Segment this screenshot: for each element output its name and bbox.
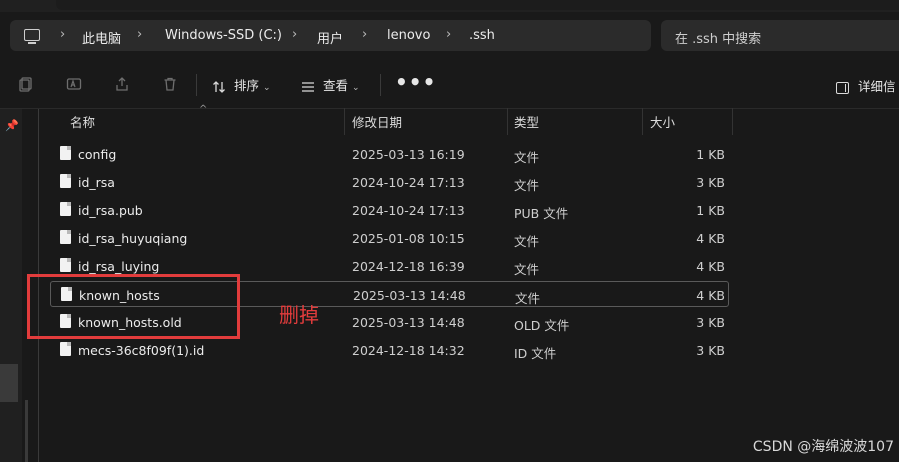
file-row[interactable]: id_rsa_huyuqiang 2025-01-08 10:15 文件 4 KB (50, 225, 728, 251)
file-icon (60, 174, 71, 188)
nav-selected-item[interactable] (0, 364, 18, 402)
file-icon (60, 258, 71, 272)
file-row[interactable]: config 2025-03-13 16:19 文件 1 KB (50, 141, 728, 167)
more-options-button[interactable]: ••• (395, 70, 436, 94)
column-divider[interactable] (344, 108, 345, 135)
address-bar[interactable]: › 此电脑 › Windows-SSD (C:) › 用户 › lenovo ›… (10, 20, 651, 51)
column-divider[interactable] (732, 108, 733, 135)
chevron-down-icon: ⌄ (352, 83, 360, 93)
details-label: 详细信 (858, 79, 896, 94)
copy-icon[interactable] (18, 76, 34, 92)
breadcrumb-lenovo[interactable]: lenovo (387, 28, 430, 43)
file-name: mecs-36c8f09f(1).id (78, 343, 205, 358)
column-divider[interactable] (642, 108, 643, 135)
file-type: 文件 (514, 178, 540, 193)
file-name: id_rsa_huyuqiang (78, 231, 188, 246)
file-date: 2025-03-13 14:48 (352, 315, 465, 330)
file-icon (60, 146, 71, 160)
computer-icon (24, 29, 40, 44)
annotation-highlight-box (27, 274, 240, 339)
file-date: 2024-10-24 17:13 (352, 175, 465, 190)
toolbar-divider (196, 74, 197, 96)
file-row[interactable]: mecs-36c8f09f(1).id 2024-12-18 14:32 ID 文件… (50, 337, 728, 363)
file-date: 2025-03-13 16:19 (352, 147, 465, 162)
nav-scrollbar[interactable] (25, 400, 28, 462)
file-name: id_rsa_luying (78, 259, 160, 274)
file-date: 2024-12-18 14:32 (352, 343, 465, 358)
file-date: 2024-10-24 17:13 (352, 203, 465, 218)
pin-icon[interactable]: 📌 (5, 119, 19, 132)
file-type: 文件 (514, 234, 540, 249)
sort-button[interactable]: 排序 ⌄ (212, 75, 271, 94)
file-row[interactable]: id_rsa.pub 2024-10-24 17:13 PUB 文件 1 KB (50, 197, 728, 223)
file-type: ID 文件 (514, 346, 557, 361)
file-size: 4 KB (696, 288, 725, 303)
column-header-size[interactable]: 大小 (650, 112, 675, 131)
view-icon (302, 81, 314, 92)
tab-edge (56, 0, 899, 10)
column-header-date[interactable]: 修改日期 (352, 112, 402, 131)
sort-label: 排序 (234, 78, 260, 93)
file-icon (60, 230, 71, 244)
column-header-name[interactable]: 名称 (70, 112, 95, 131)
file-size: 4 KB (696, 231, 725, 246)
file-icon (60, 342, 71, 356)
search-placeholder: 在 .ssh 中搜索 (675, 32, 762, 47)
file-name: id_rsa (78, 175, 115, 190)
sort-icon (213, 80, 225, 93)
chevron-down-icon: ⌄ (263, 83, 271, 93)
column-divider[interactable] (507, 108, 508, 135)
delete-icon[interactable] (162, 76, 178, 92)
chevron-right-icon: › (292, 27, 298, 42)
file-type: 文件 (515, 291, 541, 306)
view-button[interactable]: 查看 ⌄ (301, 75, 360, 94)
file-icon (60, 202, 71, 216)
watermark: CSDN @海绵波波107 (752, 439, 894, 455)
chevron-right-icon: › (137, 27, 143, 42)
title-strip (0, 0, 899, 12)
file-size: 1 KB (696, 203, 725, 218)
toolbar-divider (380, 74, 381, 96)
details-pane-button[interactable]: 详细信 (836, 76, 896, 95)
column-header-type[interactable]: 类型 (514, 112, 539, 131)
breadcrumb-drive[interactable]: Windows-SSD (C:) (165, 28, 282, 43)
details-pane-icon (836, 81, 849, 94)
view-label: 查看 (323, 78, 349, 93)
file-name: config (78, 147, 117, 162)
file-type: PUB 文件 (514, 206, 569, 221)
chevron-right-icon: › (60, 27, 66, 42)
file-type: 文件 (514, 262, 540, 277)
file-date: 2025-01-08 10:15 (352, 231, 465, 246)
search-input[interactable]: 在 .ssh 中搜索 (661, 20, 899, 51)
command-bar: 排序 ⌄ 查看 ⌄ ••• (0, 60, 899, 109)
annotation-label: 删掉 (279, 303, 319, 327)
file-date: 2024-12-18 16:39 (352, 259, 465, 274)
file-type: OLD 文件 (514, 318, 570, 333)
file-type: 文件 (514, 150, 540, 165)
sort-ascending-icon: ^ (199, 104, 208, 115)
file-size: 3 KB (696, 175, 725, 190)
file-size: 3 KB (696, 315, 725, 330)
file-size: 1 KB (696, 147, 725, 162)
file-row[interactable]: id_rsa 2024-10-24 17:13 文件 3 KB (50, 169, 728, 195)
breadcrumb-users[interactable]: 用户 (317, 28, 343, 47)
rename-icon[interactable] (66, 76, 82, 92)
share-icon[interactable] (114, 76, 130, 92)
file-size: 4 KB (696, 259, 725, 274)
file-name: id_rsa.pub (78, 203, 143, 218)
chevron-right-icon: › (446, 27, 452, 42)
chevron-right-icon: › (362, 27, 368, 42)
breadcrumb-ssh[interactable]: .ssh (469, 28, 495, 43)
navigation-pane: 📌 (0, 109, 22, 462)
file-date: 2025-03-13 14:48 (353, 288, 466, 303)
file-size: 3 KB (696, 343, 725, 358)
breadcrumb-this-pc[interactable]: 此电脑 (82, 28, 121, 47)
